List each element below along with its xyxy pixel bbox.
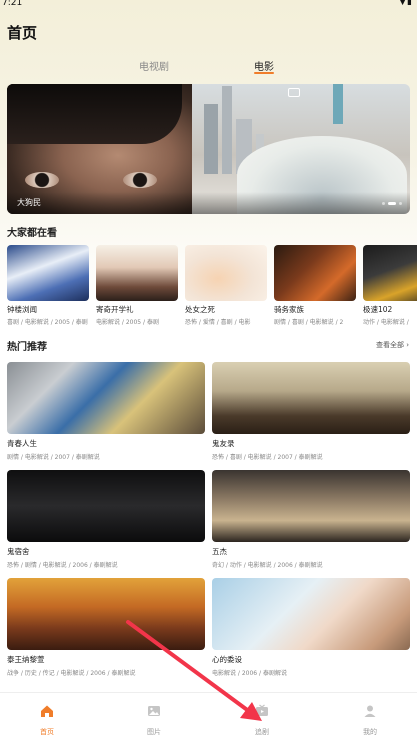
card-title: 青春人生 xyxy=(7,439,37,448)
banner-carousel[interactable]: 大狗民 xyxy=(7,84,410,214)
banner-caption: 大狗民 xyxy=(17,198,41,207)
card-meta: 恐怖 / 剧情 / 电影解说 / 2006 / 泰剧解说 xyxy=(7,562,118,569)
user-icon xyxy=(364,705,376,717)
tab-movies[interactable]: 电影 xyxy=(254,58,274,73)
card-meta: 恐怖 / 爱情 / 喜剧 / 电影 xyxy=(185,319,251,326)
card-title: 鬼宿舍 xyxy=(7,547,30,556)
nav-label: 图片 xyxy=(147,728,161,736)
card-meta: 战争 / 历史 / 传记 / 电影解说 / 2006 / 泰剧解说 xyxy=(7,670,136,677)
hot-card[interactable]: 青春人生 剧情 / 电影解说 / 2007 / 泰剧解说 xyxy=(7,362,205,461)
poster-thumbnail xyxy=(96,245,178,301)
card-title: 骑务家族 xyxy=(274,305,304,314)
tv-icon xyxy=(256,704,268,716)
card-title: 五杰 xyxy=(212,547,227,556)
image-icon xyxy=(148,706,160,716)
poster-thumbnail xyxy=(7,470,205,542)
popular-list: 钟楼浏闻 喜剧 / 电影解说 / 2005 / 泰剧 寄奇开学礼 电影解说 / … xyxy=(7,245,417,327)
category-tabs: 电视剧 电影 xyxy=(0,56,417,76)
poster-thumbnail xyxy=(7,578,205,650)
banner-image-figure xyxy=(333,84,343,124)
popular-card[interactable]: 极速102 动作 / 电影解说 / xyxy=(363,245,417,326)
popular-card[interactable]: 寄奇开学礼 电影解说 / 2005 / 泰剧 xyxy=(96,245,178,326)
poster-thumbnail xyxy=(212,470,410,542)
hot-card[interactable]: 五杰 奇幻 / 动作 / 电影解说 / 2006 / 泰剧解说 xyxy=(212,470,410,569)
card-meta: 剧情 / 喜剧 / 电影解说 / 2 xyxy=(274,319,344,326)
nav-item-home[interactable]: 首页 xyxy=(22,703,72,737)
card-meta: 剧情 / 电影解说 / 2007 / 泰剧解说 xyxy=(7,454,100,461)
home-icon xyxy=(41,705,53,717)
hot-card[interactable]: 鬼宿舍 恐怖 / 剧情 / 电影解说 / 2006 / 泰剧解说 xyxy=(7,470,205,569)
status-time: 7:21 xyxy=(2,0,23,8)
view-all-label: 查看全部 xyxy=(375,341,404,349)
nav-label: 追剧 xyxy=(255,728,269,736)
carousel-dot xyxy=(399,202,402,205)
poster-thumbnail xyxy=(185,245,267,301)
view-all-link[interactable]: 查看全部 › xyxy=(376,340,409,350)
hot-card[interactable]: 泰王纳黎萱 战争 / 历史 / 传记 / 电影解说 / 2006 / 泰剧解说 xyxy=(7,578,205,677)
card-meta: 奇幻 / 动作 / 电影解说 / 2006 / 泰剧解说 xyxy=(212,562,323,569)
card-title: 钟楼浏闻 xyxy=(7,305,37,314)
status-bar: 7:21 ▼▮ xyxy=(0,0,417,12)
popular-card[interactable]: 处女之死 恐怖 / 爱情 / 喜剧 / 电影 xyxy=(185,245,267,326)
bottom-navigation: 首页 图片 追剧 我的 xyxy=(0,692,417,749)
card-title: 心的委设 xyxy=(212,655,242,664)
chevron-right-icon: › xyxy=(406,341,409,349)
poster-thumbnail xyxy=(7,245,89,301)
card-title: 泰王纳黎萱 xyxy=(7,655,45,664)
popular-card[interactable]: 钟楼浏闻 喜剧 / 电影解说 / 2005 / 泰剧 xyxy=(7,245,89,326)
banner-image-eye xyxy=(25,172,59,188)
card-title: 寄奇开学礼 xyxy=(96,305,134,314)
card-meta: 动作 / 电影解说 / xyxy=(363,319,409,326)
popular-card[interactable]: 骑务家族 剧情 / 喜剧 / 电影解说 / 2 xyxy=(274,245,356,326)
card-meta: 喜剧 / 电影解说 / 2005 / 泰剧 xyxy=(7,319,88,326)
carousel-dots xyxy=(382,202,402,205)
carousel-dot xyxy=(382,202,385,205)
nav-label: 首页 xyxy=(40,728,54,736)
section-title-popular: 大家都在看 xyxy=(7,228,57,239)
screen-icon xyxy=(288,88,300,97)
nav-label: 我的 xyxy=(363,728,377,736)
nav-item-images[interactable]: 图片 xyxy=(129,703,179,737)
section-title-hot: 热门推荐 xyxy=(7,342,47,353)
card-title: 鬼友录 xyxy=(212,439,235,448)
card-meta: 电影解说 / 2005 / 泰剧 xyxy=(96,319,159,326)
banner-caption-bar xyxy=(7,192,410,214)
hot-card[interactable]: 鬼友录 恐怖 / 喜剧 / 电影解说 / 2007 / 泰剧解说 xyxy=(212,362,410,461)
tab-tv-series[interactable]: 电视剧 xyxy=(139,58,169,73)
poster-thumbnail xyxy=(363,245,417,301)
poster-thumbnail xyxy=(212,578,410,650)
banner-image-eye xyxy=(123,172,157,188)
card-meta: 恐怖 / 喜剧 / 电影解说 / 2007 / 泰剧解说 xyxy=(212,454,323,461)
active-tab-indicator xyxy=(254,72,274,74)
poster-thumbnail xyxy=(274,245,356,301)
card-title: 处女之死 xyxy=(185,305,215,314)
poster-thumbnail xyxy=(7,362,205,434)
carousel-dot-active xyxy=(388,202,396,205)
nav-item-follow-shows[interactable]: 追剧 xyxy=(237,703,287,737)
nav-item-profile[interactable]: 我的 xyxy=(345,703,395,737)
card-meta: 电影解说 / 2006 / 泰剧解说 xyxy=(212,670,287,677)
page-title: 首页 xyxy=(7,24,38,42)
hot-card[interactable]: 心的委设 电影解说 / 2006 / 泰剧解说 xyxy=(212,578,410,677)
banner-image-hair xyxy=(7,84,182,144)
poster-thumbnail xyxy=(212,362,410,434)
system-icons: ▼▮ xyxy=(399,0,413,7)
card-title: 极速102 xyxy=(363,305,393,314)
